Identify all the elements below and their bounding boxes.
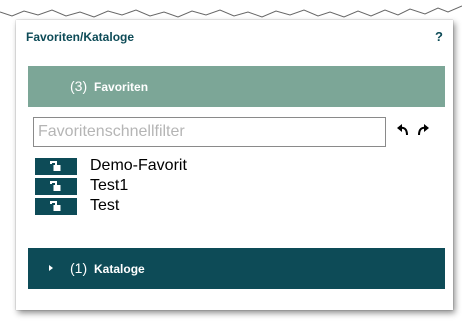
catalogs-label: Kataloge [94,262,145,276]
panel-title: Favoriten/Kataloge [26,30,135,44]
list-item[interactable]: Demo-Favorit [35,156,187,176]
unlock-icon[interactable] [35,197,77,215]
catalogs-count: (1) [70,260,88,276]
list-item[interactable]: Test1 [35,176,187,196]
help-icon[interactable]: ? [435,29,443,44]
undo-icon[interactable] [397,123,409,137]
favorites-section-header[interactable]: (3) Favoriten [28,66,445,107]
favorite-name[interactable]: Test [90,197,119,215]
favorite-name[interactable]: Demo-Favorit [90,157,187,175]
favorites-label: Favoriten [94,80,149,94]
favorite-name[interactable]: Test1 [90,177,128,195]
favorites-list: Demo-Favorit Test1 Test [35,156,187,216]
catalogs-section-header[interactable]: (1) Kataloge [28,248,445,289]
unlock-icon[interactable] [35,177,77,195]
list-item[interactable]: Test [35,196,187,216]
favorites-catalogs-panel: Favoriten/Kataloge ? (3) Favoriten Demo-… [16,20,453,310]
redo-icon[interactable] [417,123,429,137]
favorites-count-and-label: (3) Favoriten [70,78,148,94]
unlock-icon[interactable] [35,157,77,175]
favorites-count: (3) [70,78,88,94]
panel-header: Favoriten/Kataloge ? [16,20,453,60]
favorites-quick-filter-input[interactable] [33,117,386,147]
chevron-right-icon [49,265,53,271]
catalogs-count-and-label: (1) Kataloge [70,260,145,276]
